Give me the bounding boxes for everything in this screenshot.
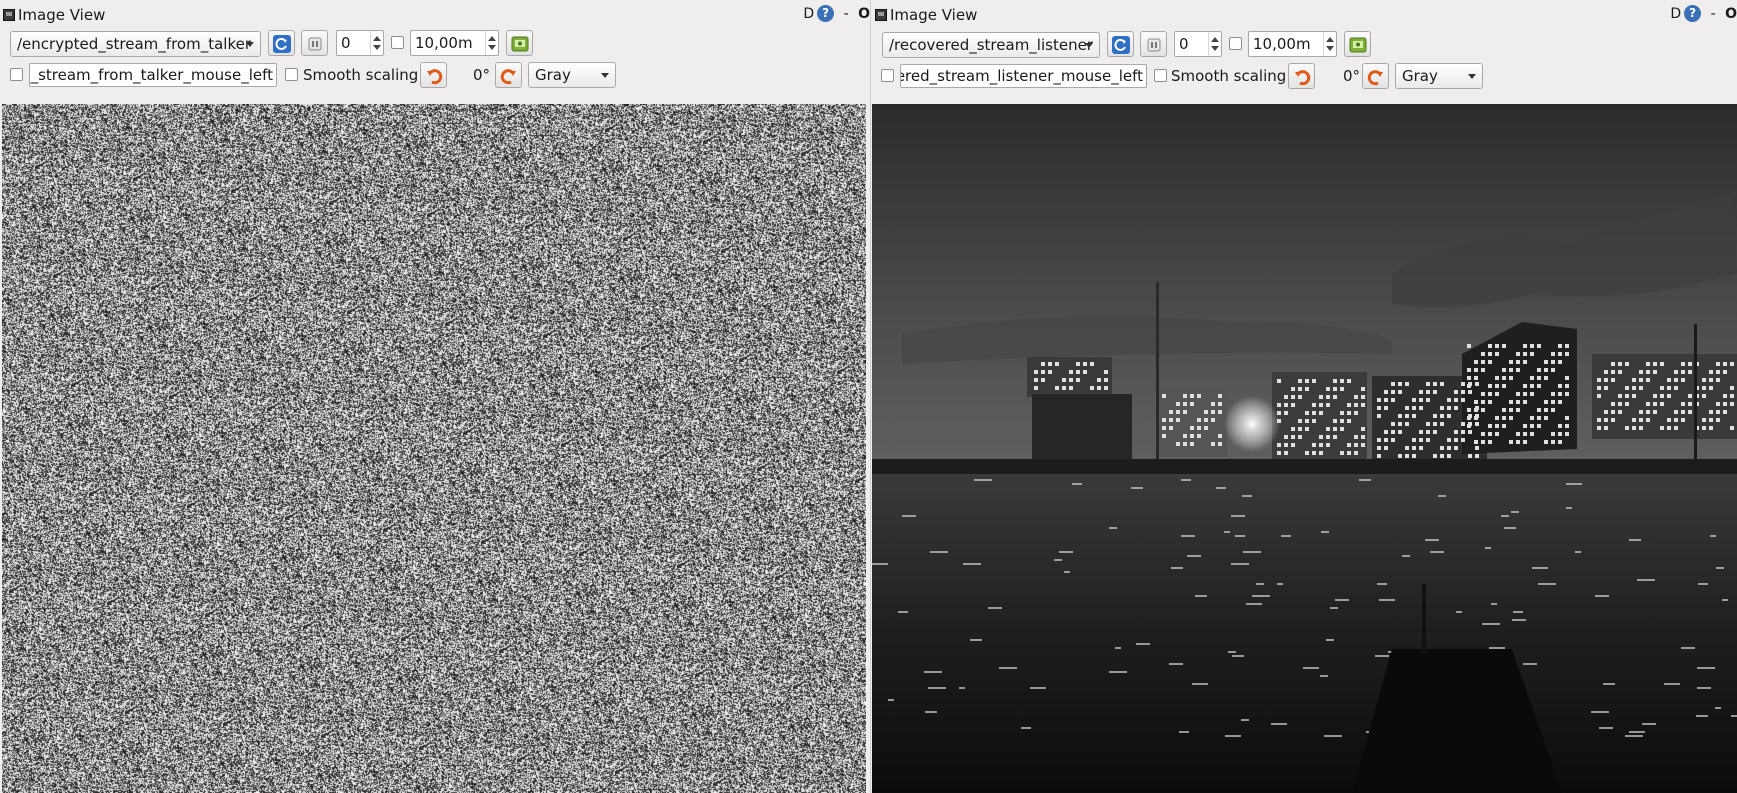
max-range-value: 10,00m <box>415 34 473 52</box>
limit-checkbox[interactable] <box>1229 37 1242 50</box>
pause-button[interactable] <box>1140 31 1167 57</box>
colormap-select[interactable]: Gray <box>1395 63 1483 89</box>
rotation-value: 0° <box>1343 67 1361 85</box>
dock-button[interactable]: D <box>803 6 814 22</box>
rotation-value: 0° <box>473 66 491 84</box>
rotate-right-icon <box>500 69 516 85</box>
number-spinbox[interactable]: 0 <box>1174 31 1222 57</box>
rotate-left-icon <box>1295 70 1311 86</box>
spin-down-icon[interactable] <box>488 45 496 50</box>
rotate-left-icon <box>427 69 443 85</box>
smooth-scaling-label: Smooth scaling <box>303 66 419 84</box>
spin-up-icon[interactable] <box>488 36 496 41</box>
pause-icon <box>308 37 322 51</box>
topic-select-value: /recovered_stream_listener <box>889 36 1093 54</box>
refresh-icon <box>273 35 291 53</box>
save-image-button[interactable] <box>506 30 533 56</box>
chevron-down-icon <box>246 42 254 47</box>
number-spinbox-value: 0 <box>341 34 351 52</box>
chevron-down-icon <box>1468 74 1476 79</box>
pause-button[interactable] <box>301 30 328 56</box>
pause-icon <box>1147 38 1161 52</box>
spin-up-icon[interactable] <box>1211 37 1219 42</box>
mouse-publish-checkbox[interactable] <box>881 69 894 82</box>
window-title: Image View <box>18 6 106 24</box>
spin-down-icon[interactable] <box>1211 46 1219 51</box>
image-display[interactable] <box>2 104 866 793</box>
help-icon[interactable]: ? <box>1684 5 1702 22</box>
window-title: Image View <box>890 6 978 24</box>
image-view-pane-left: Image View D ? - O /encrypted_stream_fro… <box>0 0 871 793</box>
mouse-topic-field[interactable]: overed_stream_listener_mouse_left <box>900 64 1147 88</box>
max-range-spinbox[interactable]: 10,00m <box>1248 31 1337 57</box>
topic-select[interactable]: /encrypted_stream_from_talker <box>10 31 261 57</box>
image-view-pane-right: Image View D ? - O /recovered_stream_lis… <box>872 0 1737 793</box>
rotate-right-icon <box>1367 70 1383 86</box>
spin-down-icon[interactable] <box>373 45 381 50</box>
rotate-right-button[interactable] <box>495 62 522 88</box>
options-button[interactable]: O <box>858 6 870 22</box>
mouse-topic-value: ed_stream_from_talker_mouse_left <box>29 66 273 84</box>
minimize-button[interactable]: - <box>1704 6 1722 22</box>
mouse-publish-checkbox[interactable] <box>10 68 23 81</box>
topic-select-value: /encrypted_stream_from_talker <box>17 35 251 53</box>
dock-button[interactable]: D <box>1670 6 1681 22</box>
number-spinbox[interactable]: 0 <box>336 30 384 56</box>
save-image-button[interactable] <box>1344 31 1371 57</box>
minimize-button[interactable]: - <box>837 6 855 22</box>
refresh-topics-button[interactable] <box>1107 31 1134 57</box>
encrypted-noise-image <box>2 104 866 793</box>
spin-down-icon[interactable] <box>1326 46 1334 51</box>
refresh-icon <box>1112 36 1130 54</box>
refresh-topics-button[interactable] <box>268 30 295 56</box>
options-button[interactable]: O <box>1725 6 1737 22</box>
max-range-spinbox[interactable]: 10,00m <box>410 30 499 56</box>
rotate-left-button[interactable] <box>420 62 447 88</box>
spin-up-icon[interactable] <box>373 36 381 41</box>
help-icon[interactable]: ? <box>817 5 835 22</box>
window-icon <box>875 9 887 21</box>
chevron-down-icon <box>1085 43 1093 48</box>
window-icon <box>3 9 15 21</box>
save-image-icon <box>1349 37 1367 53</box>
colormap-value: Gray <box>535 66 571 84</box>
rotate-left-button[interactable] <box>1288 63 1315 89</box>
title-bar: Image View D ? - O <box>872 0 1737 30</box>
spin-up-icon[interactable] <box>1326 37 1334 42</box>
max-range-value: 10,00m <box>1253 35 1311 53</box>
rotate-right-button[interactable] <box>1362 63 1389 89</box>
smooth-scaling-checkbox[interactable] <box>285 68 298 81</box>
title-bar: Image View D ? - O <box>0 0 870 30</box>
mouse-topic-value: overed_stream_listener_mouse_left <box>900 67 1143 85</box>
chevron-down-icon <box>601 73 609 78</box>
topic-select[interactable]: /recovered_stream_listener <box>882 32 1100 58</box>
harbor-night-image <box>872 104 1737 793</box>
smooth-scaling-checkbox[interactable] <box>1154 69 1167 82</box>
image-display[interactable] <box>872 104 1737 793</box>
limit-checkbox[interactable] <box>391 36 404 49</box>
colormap-select[interactable]: Gray <box>528 62 616 88</box>
mouse-topic-field[interactable]: ed_stream_from_talker_mouse_left <box>29 63 277 87</box>
smooth-scaling-label: Smooth scaling <box>1171 67 1287 85</box>
save-image-icon <box>511 36 529 52</box>
number-spinbox-value: 0 <box>1179 35 1189 53</box>
colormap-value: Gray <box>1402 67 1438 85</box>
